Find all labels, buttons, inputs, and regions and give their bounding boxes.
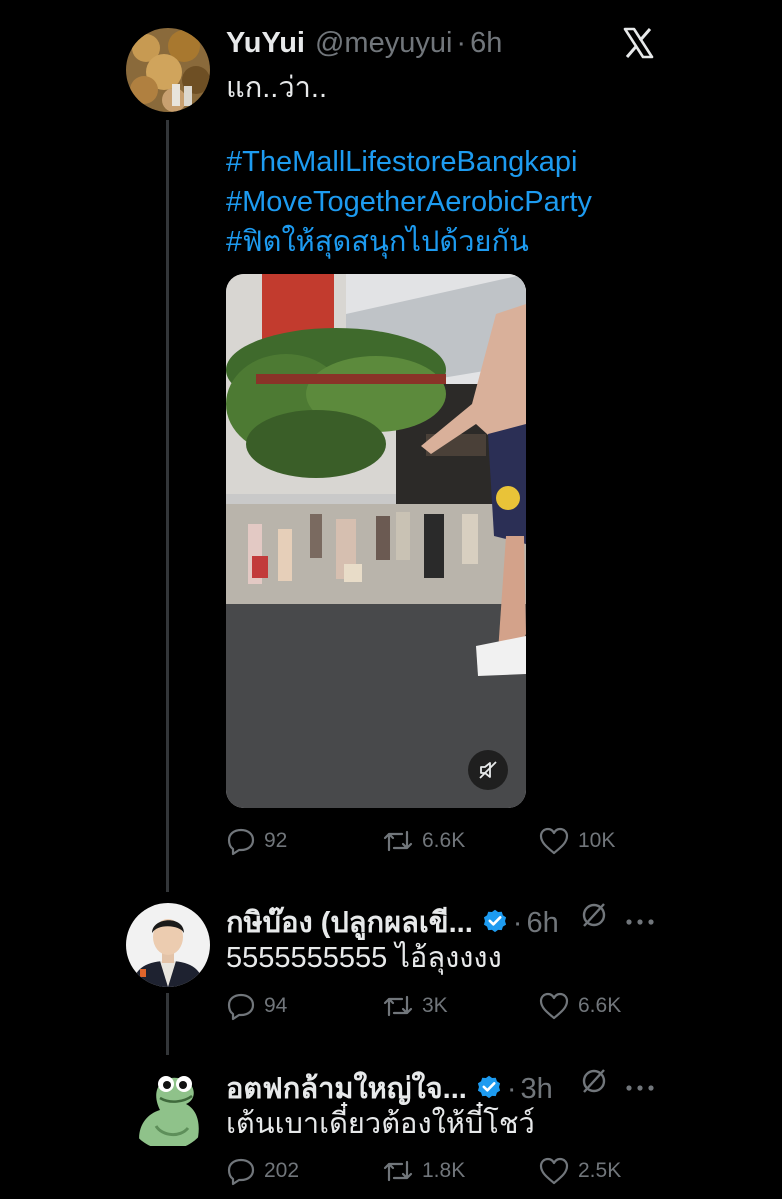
hashtag-link[interactable]: #TheMallLifestoreBangkapi <box>226 142 592 182</box>
speaker-muted-icon <box>479 761 497 779</box>
reply-count: 202 <box>264 1159 300 1182</box>
thread-line <box>166 993 169 1055</box>
avatar[interactable] <box>126 28 210 112</box>
more-icon[interactable] <box>626 1078 654 1091</box>
like-button[interactable]: 10K <box>538 826 615 856</box>
x-logo-icon[interactable] <box>622 27 654 59</box>
hashtag-link[interactable]: #ฟิตให้สุดสนุกไปด้วยกัน <box>226 222 592 262</box>
video-player[interactable] <box>226 274 526 808</box>
mute-button[interactable] <box>468 750 508 790</box>
post-header: YuYui @meyuyui · 6h <box>226 27 502 60</box>
action-bar: 94 3K 6.6K <box>226 991 646 1021</box>
grok-icon[interactable] <box>580 901 608 929</box>
repost-count: 3K <box>422 994 448 1017</box>
repost-icon <box>383 830 413 852</box>
like-count: 2.5K <box>578 1159 622 1182</box>
separator-dot: · <box>512 907 523 939</box>
action-bar: 92 6.6K 10K <box>226 826 646 856</box>
verified-badge-icon <box>483 909 506 933</box>
like-button[interactable]: 2.5K <box>538 1156 621 1186</box>
hashtag-list: #TheMallLifestoreBangkapi #MoveTogetherA… <box>226 142 592 262</box>
more-icon[interactable] <box>626 912 654 925</box>
reply-button[interactable]: 92 <box>226 826 287 856</box>
heart-icon <box>539 992 569 1020</box>
handle[interactable]: @meyuyui <box>315 27 452 60</box>
reply-button[interactable]: 94 <box>226 991 287 1021</box>
reply-icon <box>227 828 255 856</box>
thread-line <box>166 120 169 892</box>
reply-icon <box>227 993 255 1021</box>
repost-icon <box>383 1160 413 1182</box>
like-count: 6.6K <box>578 994 622 1017</box>
post-text: 5555555555 ไอ้ลุงงงง <box>226 938 502 978</box>
action-bar: 202 1.8K 2.5K <box>226 1156 646 1186</box>
hashtag-link[interactable]: #MoveTogetherAerobicParty <box>226 182 592 222</box>
post-body: เต้นเบาเดี๋ยวต้องให้บี๋โชว์ <box>226 1108 535 1140</box>
reply-icon <box>227 1158 255 1186</box>
grok-icon[interactable] <box>580 1067 608 1095</box>
display-name[interactable]: YuYui <box>226 27 305 60</box>
repost-count: 1.8K <box>422 1159 466 1182</box>
repost-count: 6.6K <box>422 829 466 852</box>
post-body: แก..ว่า.. <box>226 72 328 104</box>
timestamp[interactable]: 6h <box>470 27 502 60</box>
reply-count: 92 <box>264 829 288 852</box>
like-count: 10K <box>578 829 616 852</box>
reply-button[interactable]: 202 <box>226 1156 299 1186</box>
like-button[interactable]: 6.6K <box>538 991 621 1021</box>
post-body: 5555555555 ไอ้ลุงงงง <box>226 942 502 974</box>
timestamp[interactable]: 6h <box>526 907 558 940</box>
repost-button[interactable]: 6.6K <box>382 826 465 856</box>
reply-count: 94 <box>264 994 288 1017</box>
avatar[interactable] <box>126 903 210 987</box>
repost-button[interactable]: 1.8K <box>382 1156 465 1186</box>
separator-dot: · <box>506 1073 517 1105</box>
repost-button[interactable]: 3K <box>382 991 448 1021</box>
separator-dot: · <box>456 27 467 59</box>
verified-badge-icon <box>477 1075 500 1099</box>
post-text: แก..ว่า.. <box>226 68 327 108</box>
post-text: เต้นเบาเดี๋ยวต้องให้บี๋โชว์ <box>226 1104 535 1144</box>
repost-icon <box>383 995 413 1017</box>
timestamp[interactable]: 3h <box>521 1073 553 1106</box>
heart-icon <box>539 827 569 855</box>
avatar[interactable] <box>126 1066 210 1150</box>
heart-icon <box>539 1157 569 1185</box>
